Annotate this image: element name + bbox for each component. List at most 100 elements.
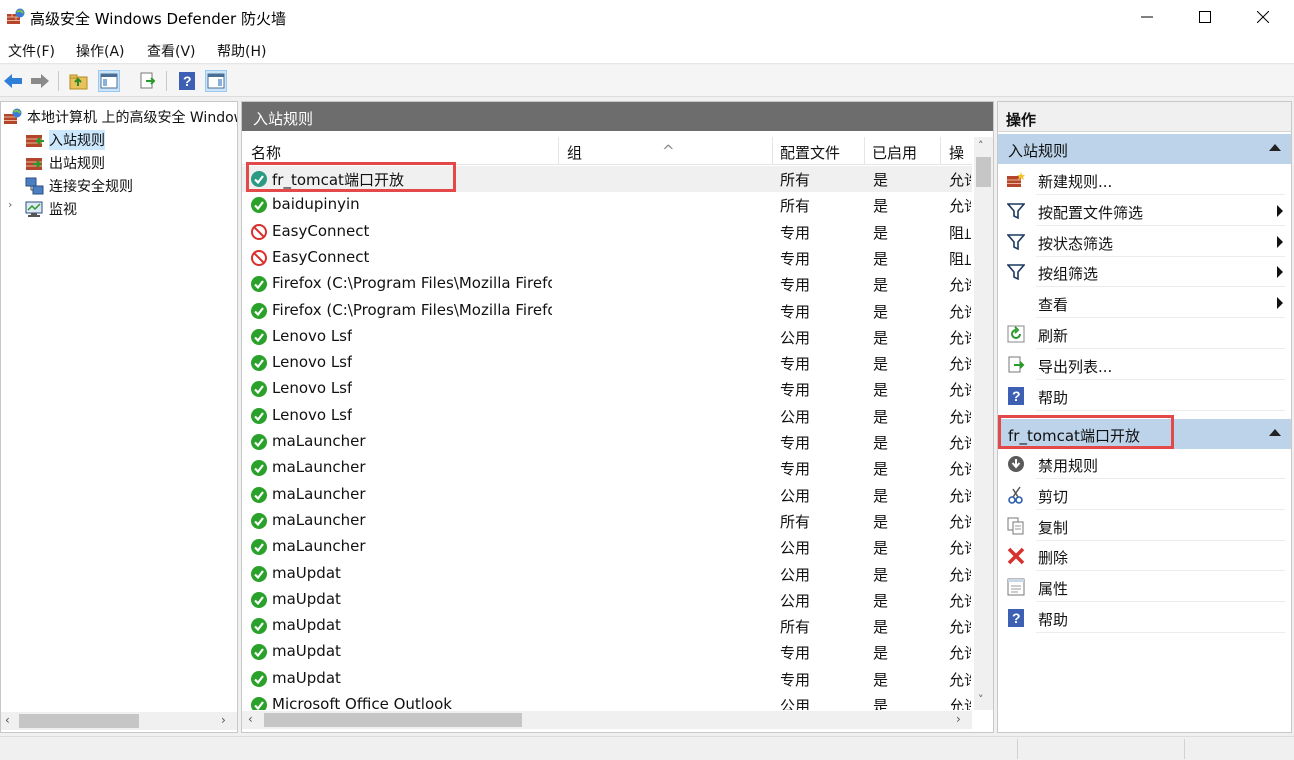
- allow-rule-icon: [250, 591, 268, 609]
- rule-enabled: 是: [873, 670, 889, 689]
- filter-icon: [1006, 201, 1026, 221]
- table-row[interactable]: maUpdat 所有 是 允许: [242, 613, 972, 639]
- scroll-left-icon[interactable]: ‹: [248, 712, 253, 726]
- rules-horizontal-scrollbar[interactable]: ‹ ›: [242, 711, 972, 729]
- rule-action: 允许: [949, 565, 971, 584]
- table-row[interactable]: maLauncher 所有 是 允许: [242, 508, 972, 534]
- section-selected-rule[interactable]: fr_tomcat端口开放: [998, 419, 1291, 449]
- pane-title: 入站规则: [242, 102, 993, 131]
- tree-item-connection-security-rules[interactable]: 连接安全规则: [25, 175, 133, 197]
- scroll-left-icon[interactable]: ‹: [5, 713, 10, 727]
- tree-item-label: 监视: [49, 202, 77, 218]
- table-row[interactable]: Lenovo Lsf 公用 是 允许: [242, 403, 972, 429]
- scroll-right-icon[interactable]: ›: [956, 712, 961, 726]
- scroll-down-icon[interactable]: ˅: [978, 693, 984, 706]
- table-row[interactable]: Lenovo Lsf 专用 是 允许: [242, 350, 972, 376]
- export-list-button[interactable]: [137, 70, 159, 92]
- action-label: 帮助: [1038, 388, 1069, 407]
- rule-name: maLauncher: [272, 432, 366, 450]
- title-bar: 高级安全 Windows Defender 防火墙: [0, 0, 1294, 36]
- table-row[interactable]: baidupinyin 所有 是 允许: [242, 192, 972, 218]
- scrollbar-thumb[interactable]: [19, 714, 139, 728]
- action-item[interactable]: 禁用规则: [998, 449, 1291, 479]
- collapse-caret-icon[interactable]: [1269, 144, 1281, 151]
- expand-chevron-icon[interactable]: ›: [8, 198, 12, 211]
- menu-action[interactable]: 操作(A): [76, 41, 125, 61]
- forward-button[interactable]: [29, 70, 51, 92]
- table-row[interactable]: maLauncher 专用 是 允许: [242, 429, 972, 455]
- export-list-icon: [140, 72, 156, 89]
- help-button[interactable]: ?: [176, 70, 198, 92]
- back-button[interactable]: [2, 70, 24, 92]
- show-hide-tree-button[interactable]: [98, 70, 120, 92]
- column-divider[interactable]: [558, 137, 559, 165]
- action-divider: [1036, 632, 1285, 633]
- collapse-caret-icon[interactable]: [1269, 429, 1281, 436]
- action-item[interactable]: 复制: [998, 511, 1291, 541]
- table-row[interactable]: maUpdat 专用 是 允许: [242, 666, 972, 692]
- menu-view[interactable]: 查看(V): [147, 41, 196, 61]
- rule-action: 允许: [949, 486, 971, 505]
- action-item[interactable]: 导出列表...: [998, 350, 1291, 380]
- table-row[interactable]: EasyConnect 专用 是 阻止: [242, 219, 972, 245]
- action-item[interactable]: 刷新: [998, 319, 1291, 349]
- rule-enabled: 是: [873, 486, 889, 505]
- column-header-profile[interactable]: 配置文件: [780, 142, 840, 163]
- column-header-enabled[interactable]: 已启用: [872, 142, 917, 163]
- table-row[interactable]: maUpdat 公用 是 允许: [242, 587, 972, 613]
- scroll-right-icon[interactable]: ›: [221, 713, 226, 727]
- table-row[interactable]: maLauncher 公用 是 允许: [242, 534, 972, 560]
- maximize-button[interactable]: [1176, 0, 1234, 34]
- table-row[interactable]: Lenovo Lsf 公用 是 允许: [242, 324, 972, 350]
- tree-item-inbound-rules[interactable]: 入站规则: [25, 129, 105, 151]
- tree-horizontal-scrollbar[interactable]: ‹ ›: [1, 712, 237, 730]
- menu-file[interactable]: 文件(F): [8, 41, 55, 61]
- table-row[interactable]: Firefox (C:\Program Files\Mozilla Firefo…: [242, 271, 972, 297]
- action-item[interactable]: 按组筛选: [998, 257, 1291, 288]
- table-row[interactable]: maLauncher 专用 是 允许: [242, 455, 972, 481]
- column-header-group[interactable]: 组: [567, 142, 582, 163]
- show-hide-action-pane-button[interactable]: [205, 70, 227, 92]
- scrollbar-thumb[interactable]: [976, 157, 991, 187]
- table-row[interactable]: Microsoft Office Outlook 公用 是 允许: [242, 692, 972, 710]
- scrollbar-thumb[interactable]: [264, 713, 522, 727]
- scroll-up-icon[interactable]: ˄: [978, 139, 984, 152]
- action-item[interactable]: 删除: [998, 541, 1291, 572]
- action-item[interactable]: ? 帮助: [998, 381, 1291, 411]
- table-row[interactable]: Lenovo Lsf 专用 是 允许: [242, 376, 972, 402]
- rule-action: 允许: [949, 618, 971, 637]
- action-label: 属性: [1038, 580, 1069, 599]
- action-item[interactable]: 新建规则...: [998, 165, 1291, 195]
- table-row[interactable]: EasyConnect 专用 是 阻止: [242, 245, 972, 271]
- table-row[interactable]: maUpdat 专用 是 允许: [242, 639, 972, 665]
- action-item[interactable]: 查看: [998, 288, 1291, 319]
- rule-action: 允许: [949, 276, 971, 295]
- rule-name: Lenovo Lsf: [272, 405, 353, 424]
- minimize-button[interactable]: [1118, 0, 1176, 34]
- table-row[interactable]: maUpdat 公用 是 允许: [242, 561, 972, 587]
- table-row[interactable]: maLauncher 公用 是 允许: [242, 482, 972, 508]
- rule-name: maLauncher: [272, 458, 366, 477]
- table-row[interactable]: Firefox (C:\Program Files\Mozilla Firefo…: [242, 298, 972, 324]
- action-item[interactable]: 属性: [998, 572, 1291, 603]
- action-item[interactable]: ? 帮助: [998, 603, 1291, 633]
- rules-vertical-scrollbar[interactable]: ˄ ˅: [974, 137, 993, 710]
- column-divider[interactable]: [772, 137, 773, 165]
- column-divider[interactable]: [940, 137, 941, 165]
- action-item[interactable]: 按配置文件筛选: [998, 196, 1291, 226]
- action-item[interactable]: 按状态筛选: [998, 227, 1291, 257]
- action-item[interactable]: 剪切: [998, 480, 1291, 510]
- table-row[interactable]: fr_tomcat端口开放 所有 是 允许: [242, 166, 972, 192]
- up-folder-button[interactable]: [68, 70, 90, 92]
- close-button[interactable]: [1234, 0, 1292, 34]
- submenu-arrow-icon: [1277, 266, 1283, 279]
- menu-help[interactable]: 帮助(H): [217, 41, 266, 61]
- section-inbound-rules[interactable]: 入站规则: [998, 134, 1291, 164]
- column-header-name[interactable]: 名称: [251, 142, 281, 163]
- rule-profile: 所有: [780, 618, 811, 637]
- tree-item-monitoring[interactable]: 监视: [25, 198, 77, 220]
- tree-root[interactable]: 本地计算机 上的高级安全 Windows Defender 防火墙: [3, 106, 237, 128]
- tree-item-outbound-rules[interactable]: 出站规则: [25, 152, 105, 174]
- column-divider[interactable]: [864, 137, 865, 165]
- tree-item-label: 连接安全规则: [49, 179, 133, 195]
